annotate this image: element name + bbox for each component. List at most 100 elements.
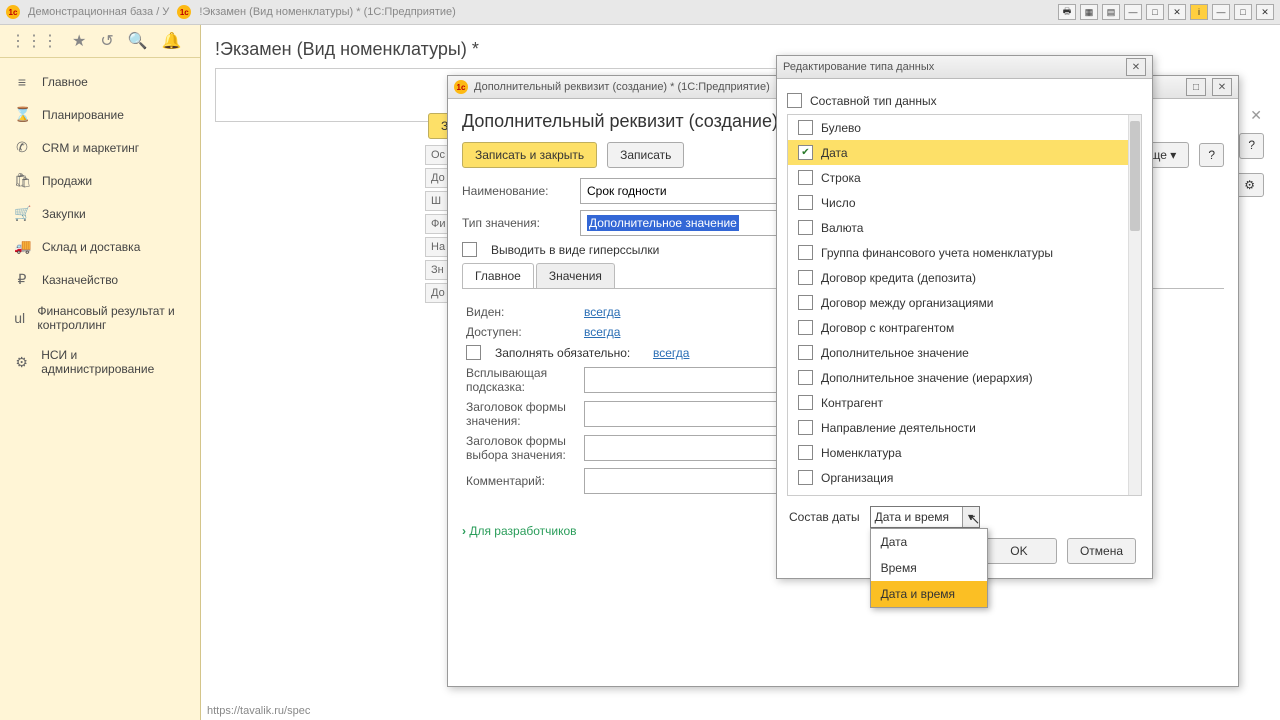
type-checkbox[interactable] — [798, 145, 813, 160]
close-icon[interactable]: ✕ — [1126, 58, 1146, 76]
visible-link[interactable]: всегда — [584, 305, 620, 319]
type-item[interactable]: Контрагент — [788, 390, 1141, 415]
chevron-down-icon[interactable]: ▼ — [962, 507, 979, 527]
cal-icon[interactable]: ▤ — [1102, 4, 1120, 20]
type-item[interactable]: Дополнительное значение (иерархия) — [788, 365, 1141, 390]
close-icon[interactable]: ✕ — [1212, 78, 1232, 96]
min2-icon[interactable]: — — [1212, 4, 1230, 20]
type-item[interactable]: Валюта — [788, 215, 1141, 240]
tab-values[interactable]: Значения — [536, 263, 615, 288]
fill-link[interactable]: всегда — [653, 346, 689, 360]
sidebar-item[interactable]: 🚚Склад и доставка — [0, 230, 200, 263]
type-checkbox[interactable] — [798, 170, 813, 185]
type-checkbox[interactable] — [798, 245, 813, 260]
head-val-label: Заголовок формы значения: — [466, 400, 576, 428]
type-label: Направление деятельности — [821, 421, 976, 435]
max-icon[interactable]: □ — [1186, 78, 1206, 96]
search-icon[interactable]: 🔍 — [128, 31, 148, 51]
type-item[interactable]: Группа финансового учета номенклатуры — [788, 240, 1141, 265]
composite-checkbox[interactable] — [787, 93, 802, 108]
min-icon[interactable]: — — [1124, 4, 1142, 20]
help-button[interactable]: ? — [1199, 143, 1224, 167]
close-icon[interactable]: ✕ — [1168, 4, 1186, 20]
type-item[interactable]: Направление деятельности — [788, 415, 1141, 440]
fill-label: Заполнять обязательно: — [495, 346, 645, 360]
type-checkbox[interactable] — [798, 270, 813, 285]
nav-icon: ul — [14, 310, 25, 326]
nav-icon: ⚙ — [14, 354, 29, 371]
access-label: Доступен: — [466, 325, 576, 339]
type-checkbox[interactable] — [798, 220, 813, 235]
dropdown-option[interactable]: Время — [871, 555, 987, 581]
type-item[interactable]: Булево — [788, 115, 1141, 140]
type-label: Дополнительное значение (иерархия) — [821, 371, 1033, 385]
save-button[interactable]: Записать — [607, 142, 684, 168]
max2-icon[interactable]: □ — [1234, 4, 1252, 20]
dropdown-option[interactable]: Дата и время — [871, 581, 987, 607]
type-label: Строка — [821, 171, 861, 185]
type-checkbox[interactable] — [798, 195, 813, 210]
type-label: Договор кредита (депозита) — [821, 271, 976, 285]
nav-label: CRM и маркетинг — [42, 141, 139, 155]
sidebar-item[interactable]: 🛒Закупки — [0, 197, 200, 230]
nav-label: Склад и доставка — [42, 240, 140, 254]
type-checkbox[interactable] — [798, 395, 813, 410]
close-tab-icon[interactable]: ✕ — [1250, 107, 1262, 124]
type-checkbox[interactable] — [798, 470, 813, 485]
scrollbar[interactable] — [1128, 115, 1141, 495]
apps-icon[interactable]: ⋮⋮⋮ — [10, 31, 58, 51]
app-icon: 1c — [6, 5, 20, 19]
sidebar-item[interactable]: ≡Главное — [0, 66, 200, 98]
nav-label: НСИ и администрирование — [41, 348, 186, 376]
dropdown-option[interactable]: Дата — [871, 529, 987, 555]
type-item[interactable]: Договор между организациями — [788, 290, 1141, 315]
type-checkbox[interactable] — [798, 420, 813, 435]
type-checkbox[interactable] — [798, 345, 813, 360]
history-icon[interactable]: ↺ — [100, 31, 113, 51]
cancel-button[interactable]: Отмена — [1067, 538, 1136, 564]
type-checkbox[interactable] — [798, 370, 813, 385]
type-item[interactable]: Договор с контрагентом — [788, 315, 1141, 340]
type-label: Число — [821, 196, 856, 210]
visible-label: Виден: — [466, 305, 576, 319]
info-icon[interactable]: i — [1190, 4, 1208, 20]
sidebar-item[interactable]: ✆CRM и маркетинг — [0, 131, 200, 164]
calc-icon[interactable]: ▦ — [1080, 4, 1098, 20]
type-item[interactable]: Номенклатура — [788, 440, 1141, 465]
type-item[interactable]: Дата — [788, 140, 1141, 165]
sidebar-item[interactable]: ⚙ НСИ и администрирование — [0, 340, 200, 384]
sidebar-item[interactable]: 🛍Продажи — [0, 164, 200, 197]
type-item[interactable]: Договор кредита (депозита) — [788, 265, 1141, 290]
type-item[interactable]: Число — [788, 190, 1141, 215]
gear-button[interactable]: ⚙ — [1235, 173, 1264, 197]
compo-dropdown[interactable]: Дата и время ▼ ДатаВремяДата и время ↖ — [870, 506, 980, 528]
type-label: Булево — [821, 121, 861, 135]
type-checkbox[interactable] — [798, 445, 813, 460]
sidebar-item[interactable]: ⌛Планирование — [0, 98, 200, 131]
dev-link[interactable]: Для разработчиков — [462, 524, 577, 538]
max-icon[interactable]: □ — [1146, 4, 1164, 20]
star-icon[interactable]: ★ — [72, 31, 86, 51]
type-checkbox[interactable] — [798, 120, 813, 135]
print-icon[interactable]: 🖶 — [1058, 4, 1076, 20]
fill-checkbox[interactable] — [466, 345, 481, 360]
ok-button[interactable]: OK — [981, 538, 1057, 564]
hyperlink-checkbox[interactable] — [462, 242, 477, 257]
type-checkbox[interactable] — [798, 295, 813, 310]
help-button[interactable]: ? — [1239, 133, 1264, 159]
sidebar-item[interactable]: ₽Казначейство — [0, 263, 200, 296]
access-link[interactable]: всегда — [584, 325, 620, 339]
bell-icon[interactable]: 🔔 — [162, 31, 182, 51]
type-item[interactable]: Дополнительное значение — [788, 340, 1141, 365]
type-item[interactable]: Строка — [788, 165, 1141, 190]
type-label: Дата — [821, 146, 848, 160]
close2-icon[interactable]: ✕ — [1256, 4, 1274, 20]
type-label: Контрагент — [821, 396, 883, 410]
sidebar-item[interactable]: ulФинансовый результат и контроллинг — [0, 296, 200, 340]
save-close-button[interactable]: Записать и закрыть — [462, 142, 597, 168]
type-checkbox[interactable] — [798, 320, 813, 335]
tab-main[interactable]: Главное — [462, 263, 534, 288]
nav-label: Продажи — [42, 174, 92, 188]
type-item[interactable]: Организация — [788, 465, 1141, 490]
head-sel-label: Заголовок формы выбора значения: — [466, 434, 576, 462]
